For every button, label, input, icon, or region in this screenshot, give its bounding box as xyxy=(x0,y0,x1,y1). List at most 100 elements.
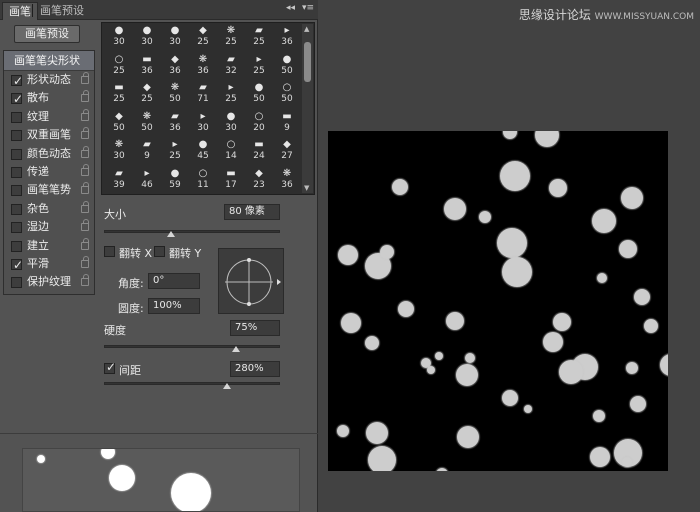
brush-tip-cell[interactable]: ▰ 36 xyxy=(161,111,189,133)
brush-tip-cell[interactable]: ▸ 46 xyxy=(133,168,161,190)
brush-grid-scrollbar[interactable]: ▲ ▼ xyxy=(302,24,313,193)
brush-tip-cell[interactable]: ○ 11 xyxy=(189,168,217,190)
brush-tip-cell[interactable]: ▬ 36 xyxy=(133,54,161,76)
brush-tip-cell[interactable]: ○ 14 xyxy=(217,139,245,161)
brush-tip-cell[interactable]: ❋ 25 xyxy=(217,25,245,47)
spacing-input[interactable]: 280% xyxy=(230,361,280,377)
brush-tip-cell[interactable]: ▸ 25 xyxy=(217,82,245,104)
brush-tip-cell[interactable]: ▰ 25 xyxy=(245,25,273,47)
brush-tip-cell[interactable]: ○ 50 xyxy=(273,82,301,104)
settings-checkbox[interactable] xyxy=(11,185,22,197)
scroll-up-icon[interactable]: ▲ xyxy=(304,25,309,33)
settings-item[interactable]: 颜色动态 xyxy=(4,145,94,163)
spacing-slider[interactable] xyxy=(104,382,280,385)
scrollbar-thumb[interactable] xyxy=(304,42,311,82)
brush-tip-cell[interactable]: ◆ 23 xyxy=(245,168,273,190)
brush-tip-cell[interactable]: ▸ 25 xyxy=(161,139,189,161)
brush-tip-cell[interactable]: ● 30 xyxy=(105,25,133,47)
brush-tip-cell[interactable]: ○ 25 xyxy=(105,54,133,76)
settings-item[interactable]: ✓ 散布 xyxy=(4,89,94,107)
settings-checkbox[interactable] xyxy=(11,130,22,142)
brush-tip-cell[interactable]: ● 50 xyxy=(245,82,273,104)
brush-tip-cell[interactable]: ▰ 71 xyxy=(189,82,217,104)
lock-icon[interactable] xyxy=(81,108,89,121)
roundness-input[interactable]: 100% xyxy=(148,298,200,314)
collapse-icon[interactable]: ◂◂ xyxy=(286,3,295,13)
brush-tip-cell[interactable]: ◆ 27 xyxy=(273,139,301,161)
spacing-checkbox[interactable]: ✓ xyxy=(104,360,116,374)
lock-icon[interactable] xyxy=(81,145,89,158)
angle-input[interactable]: 0° xyxy=(148,273,200,289)
size-slider[interactable] xyxy=(104,230,280,233)
size-slider-thumb[interactable] xyxy=(166,231,175,237)
settings-checkbox[interactable] xyxy=(11,203,22,215)
brush-tip-shape-item[interactable]: 画笔笔尖形状 xyxy=(4,51,94,71)
hardness-slider[interactable] xyxy=(104,345,280,348)
settings-item[interactable]: 杂色 xyxy=(4,200,94,218)
settings-checkbox[interactable] xyxy=(11,277,22,289)
brush-tip-cell[interactable]: ● 30 xyxy=(161,25,189,47)
settings-checkbox[interactable] xyxy=(11,148,22,160)
spacing-slider-thumb[interactable] xyxy=(223,383,232,389)
settings-checkbox[interactable] xyxy=(11,111,22,123)
lock-icon[interactable] xyxy=(81,237,89,250)
brush-tip-cell[interactable]: ◆ 25 xyxy=(133,82,161,104)
settings-checkbox[interactable]: ✓ xyxy=(11,74,23,88)
document-canvas[interactable] xyxy=(328,131,668,471)
brush-tip-cell[interactable]: ▸ 36 xyxy=(273,25,301,47)
settings-item[interactable]: ✓ 形状动态 xyxy=(4,71,94,89)
brush-tip-cell[interactable]: ❋ 50 xyxy=(161,82,189,104)
settings-item[interactable]: 双重画笔 xyxy=(4,126,94,144)
brush-tip-cell[interactable]: ▸ 25 xyxy=(245,54,273,76)
size-input[interactable]: 80 像素 xyxy=(224,204,280,220)
settings-checkbox[interactable] xyxy=(11,240,22,252)
lock-icon[interactable] xyxy=(81,90,89,103)
brush-tip-cell[interactable]: ▰ 32 xyxy=(217,54,245,76)
lock-icon[interactable] xyxy=(81,200,89,213)
flip-x-checkbox[interactable] xyxy=(104,246,115,257)
brush-tip-cell[interactable]: ◆ 50 xyxy=(105,111,133,133)
brush-tip-cell[interactable]: ▰ 39 xyxy=(105,168,133,190)
settings-item[interactable]: 建立 xyxy=(4,237,94,255)
brush-tip-cell[interactable]: ▬ 24 xyxy=(245,139,273,161)
brush-tip-cell[interactable]: ▰ 9 xyxy=(133,139,161,161)
settings-item[interactable]: ✓ 平滑 xyxy=(4,255,94,273)
angle-roundness-widget[interactable] xyxy=(218,248,284,314)
brush-tip-cell[interactable]: ▬ 17 xyxy=(217,168,245,190)
settings-checkbox[interactable] xyxy=(11,222,22,234)
lock-icon[interactable] xyxy=(81,163,89,176)
lock-icon[interactable] xyxy=(81,219,89,232)
settings-item[interactable]: 传递 xyxy=(4,163,94,181)
settings-checkbox[interactable]: ✓ xyxy=(11,92,23,106)
lock-icon[interactable] xyxy=(81,255,89,268)
lock-icon[interactable] xyxy=(81,182,89,195)
brush-tip-cell[interactable]: ❋ 36 xyxy=(273,168,301,190)
brush-tip-cell[interactable]: ◆ 25 xyxy=(189,25,217,47)
brush-tip-cell[interactable]: ▸ 30 xyxy=(189,111,217,133)
settings-checkbox[interactable]: ✓ xyxy=(11,258,23,272)
brush-tip-cell[interactable]: ▬ 25 xyxy=(105,82,133,104)
settings-item[interactable]: 画笔笔势 xyxy=(4,181,94,199)
brush-tip-cell[interactable]: ❋ 50 xyxy=(133,111,161,133)
brush-tip-cell[interactable]: ● 59 xyxy=(161,168,189,190)
brush-tip-cell[interactable]: ○ 20 xyxy=(245,111,273,133)
flip-y-checkbox[interactable] xyxy=(154,246,165,257)
brush-tip-cell[interactable]: ● 50 xyxy=(273,54,301,76)
settings-checkbox[interactable] xyxy=(11,166,22,178)
settings-item[interactable]: 保护纹理 xyxy=(4,273,94,291)
lock-icon[interactable] xyxy=(81,72,89,84)
brush-presets-button[interactable]: 画笔预设 xyxy=(14,25,80,43)
brush-tip-cell[interactable]: ● 45 xyxy=(189,139,217,161)
brush-tip-cell[interactable]: ❋ 36 xyxy=(189,54,217,76)
hardness-slider-thumb[interactable] xyxy=(232,346,240,352)
panel-menu-icon[interactable]: ▾≡ xyxy=(302,3,314,13)
tab-brush-presets[interactable]: 画笔预设 xyxy=(34,2,90,20)
lock-icon[interactable] xyxy=(81,127,89,140)
brush-tip-cell[interactable]: ▬ 9 xyxy=(273,111,301,133)
lock-icon[interactable] xyxy=(81,274,89,287)
hardness-input[interactable]: 75% xyxy=(230,320,280,336)
brush-tip-cell[interactable]: ❋ 30 xyxy=(105,139,133,161)
settings-item[interactable]: 纹理 xyxy=(4,108,94,126)
brush-tip-cell[interactable]: ● 30 xyxy=(217,111,245,133)
brush-tip-cell[interactable]: ● 30 xyxy=(133,25,161,47)
